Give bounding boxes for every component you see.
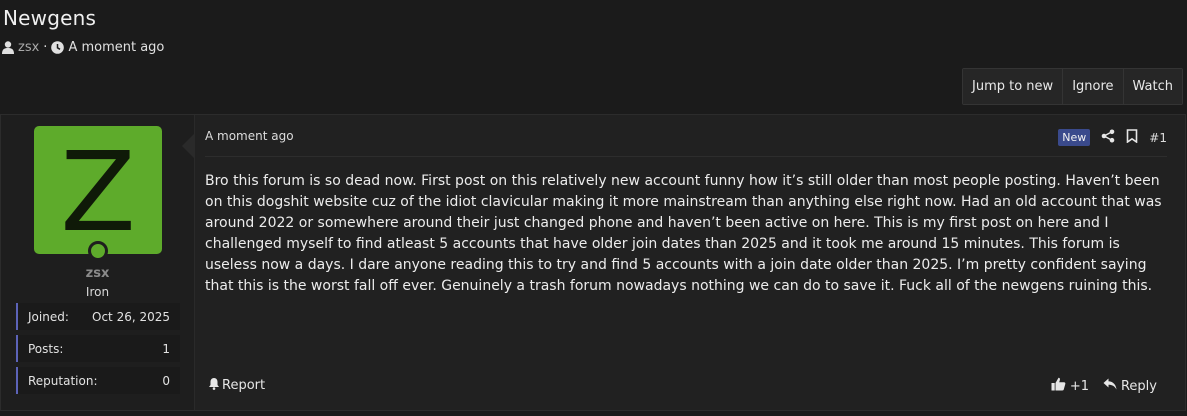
user-icon — [2, 41, 14, 54]
bookmark-icon[interactable] — [1126, 128, 1138, 147]
post-user-panel: Z zsx Iron Joined: Oct 26, 2025 Posts: 1… — [1, 115, 195, 410]
online-status-indicator — [88, 241, 108, 261]
stat-value: 0 — [162, 373, 170, 388]
thread-meta: zsx · A moment ago — [2, 40, 164, 55]
post-footer-actions: +1 Reply — [1051, 377, 1157, 395]
post-header: A moment ago New #1 — [205, 128, 1167, 157]
stat-posts: Posts: 1 — [16, 335, 180, 362]
like-count: +1 — [1069, 378, 1089, 394]
stat-value: Oct 26, 2025 — [92, 309, 170, 324]
post-username[interactable]: zsx — [1, 266, 194, 281]
bell-icon — [208, 377, 220, 394]
thread-time: A moment ago — [68, 40, 165, 55]
share-icon[interactable] — [1101, 128, 1115, 147]
jump-to-new-button[interactable]: Jump to new — [963, 69, 1064, 104]
ignore-button[interactable]: Ignore — [1063, 69, 1124, 104]
thread-title: Newgens — [3, 6, 97, 30]
post: Z zsx Iron Joined: Oct 26, 2025 Posts: 1… — [0, 114, 1186, 411]
reply-label: Reply — [1120, 378, 1157, 394]
stat-joined: Joined: Oct 26, 2025 — [16, 303, 180, 330]
stat-label: Posts: — [28, 341, 64, 356]
new-badge: New — [1058, 129, 1091, 146]
like-button[interactable]: +1 — [1051, 377, 1089, 395]
post-pointer-arrow — [182, 134, 194, 158]
meta-separator: · — [43, 40, 48, 55]
stat-reputation: Reputation: 0 — [16, 367, 180, 394]
avatar-letter: Z — [60, 128, 136, 256]
thread-author-link[interactable]: zsx — [18, 40, 39, 55]
watch-button[interactable]: Watch — [1123, 69, 1183, 104]
post-date[interactable]: A moment ago — [205, 129, 294, 143]
avatar[interactable]: Z — [34, 126, 162, 254]
report-button[interactable]: Report — [208, 377, 265, 394]
thumbs-up-icon — [1051, 377, 1066, 395]
report-label: Report — [222, 378, 266, 393]
post-body: Bro this forum is so dead now. First pos… — [205, 173, 1162, 294]
stat-label: Reputation: — [28, 373, 98, 388]
post-header-actions: New #1 — [1058, 128, 1167, 147]
stat-label: Joined: — [28, 309, 69, 324]
user-rank: Iron — [85, 285, 110, 299]
clock-icon — [51, 41, 65, 54]
thread-actions: Jump to new Ignore Watch — [962, 68, 1184, 105]
reply-icon — [1103, 378, 1117, 394]
reply-button[interactable]: Reply — [1103, 378, 1157, 394]
stat-value: 1 — [162, 341, 170, 356]
post-number-link[interactable]: #1 — [1149, 131, 1167, 145]
